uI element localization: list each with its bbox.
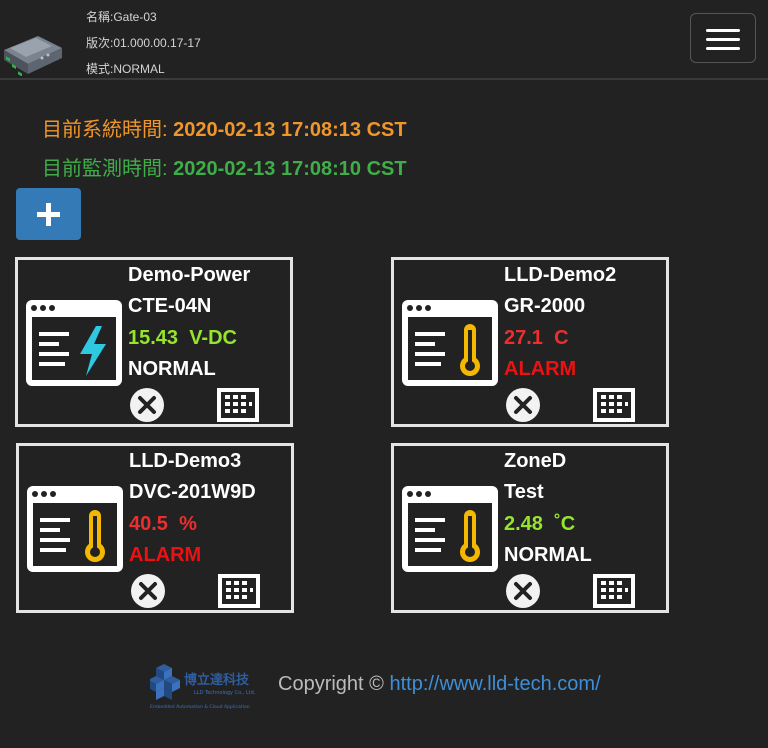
card-value: 2.48 <box>504 513 543 535</box>
card-unit: % <box>179 513 197 535</box>
card-reading: 40.5 % <box>129 513 197 536</box>
card-name: Demo-Power <box>128 264 251 286</box>
card-reading: 2.48 ˚C <box>504 513 575 536</box>
delete-icon[interactable] <box>506 574 540 608</box>
logo-sub: LLD Technology Co., Ltd. <box>194 690 256 696</box>
card-name: LLD-Demo2 <box>504 264 617 286</box>
grid-icon[interactable] <box>216 387 260 423</box>
gateway-device-image <box>4 36 62 76</box>
menu-button[interactable] <box>690 13 756 63</box>
system-time-value: 2020-02-13 17:08:13 CST <box>173 119 407 141</box>
card-status: NORMAL <box>128 358 216 380</box>
company-link[interactable]: http://www.lld-tech.com/ <box>389 673 600 695</box>
card-value: 27.1 <box>504 327 543 349</box>
device-info: 名稱:Gate-03 版次:01.000.00.17-17 模式:NORMAL <box>86 4 201 82</box>
card-model: Test <box>504 481 544 503</box>
card-unit: C <box>554 327 569 349</box>
copyright: Copyright © http://www.lld-tech.com/ <box>278 673 601 696</box>
delete-icon[interactable] <box>506 388 540 422</box>
device-card[interactable]: LLD-Demo3 DVC-201W9D 40.5 % ALARM <box>16 443 294 613</box>
power-bolt-icon <box>26 300 122 386</box>
device-name: 名稱:Gate-03 <box>86 10 157 24</box>
card-status: ALARM <box>504 358 577 380</box>
device-mode: 模式:NORMAL <box>86 62 165 76</box>
header: 名稱:Gate-03 版次:01.000.00.17-17 模式:NORMAL <box>0 0 768 80</box>
card-model: CTE-04N <box>128 295 212 317</box>
add-device-button[interactable] <box>16 188 81 240</box>
delete-icon[interactable] <box>131 574 165 608</box>
device-card[interactable]: LLD-Demo2 GR-2000 27.1 C ALARM <box>391 257 669 427</box>
card-name: ZoneD <box>504 450 567 472</box>
delete-icon[interactable] <box>130 388 164 422</box>
monitor-time-label: 目前監測時間: <box>42 158 168 180</box>
device-version: 版次:01.000.00.17-17 <box>86 36 201 50</box>
logo-text: 博立達科技 <box>184 672 250 688</box>
device-card[interactable]: Demo-Power CTE-04N 15.43 V-DC NORMAL <box>15 257 293 427</box>
thermometer-icon <box>27 486 123 572</box>
card-status: NORMAL <box>504 544 592 566</box>
grid-icon[interactable] <box>592 573 636 609</box>
card-status: ALARM <box>129 544 202 566</box>
card-model: DVC-201W9D <box>129 481 256 503</box>
thermometer-icon <box>402 486 498 572</box>
copyright-text: Copyright © <box>278 673 384 695</box>
card-unit: ˚C <box>554 513 576 535</box>
monitor-time: 目前監測時間: 2020-02-13 17:08:10 CST <box>42 152 407 181</box>
grid-icon[interactable] <box>592 387 636 423</box>
footer: 博立達科技 LLD Technology Co., Ltd. Embedded … <box>150 664 670 712</box>
system-time-label: 目前系統時間: <box>42 119 168 141</box>
logo-tagline: Embedded Automation & Cloud Application <box>150 704 250 710</box>
device-card[interactable]: ZoneD Test 2.48 ˚C NORMAL <box>391 443 669 613</box>
card-name: LLD-Demo3 <box>129 450 242 472</box>
card-reading: 27.1 C <box>504 327 569 350</box>
card-value: 40.5 <box>129 513 168 535</box>
company-logo: 博立達科技 LLD Technology Co., Ltd. Embedded … <box>150 664 256 710</box>
thermometer-icon <box>402 300 498 386</box>
monitor-time-value: 2020-02-13 17:08:10 CST <box>173 158 407 180</box>
card-reading: 15.43 V-DC <box>128 327 237 350</box>
card-unit: V-DC <box>189 327 237 349</box>
grid-icon[interactable] <box>217 573 261 609</box>
system-time: 目前系統時間: 2020-02-13 17:08:13 CST <box>42 113 407 142</box>
card-value: 15.43 <box>128 327 179 349</box>
card-model: GR-2000 <box>504 295 586 317</box>
